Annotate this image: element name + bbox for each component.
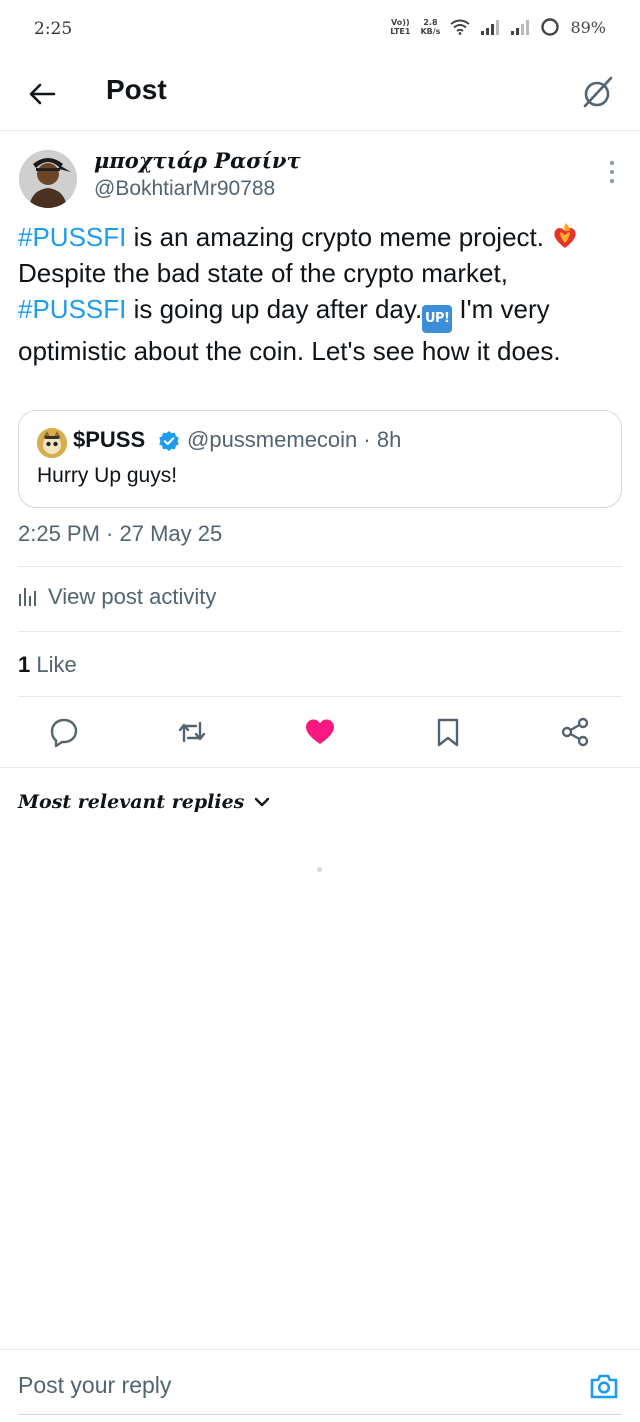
grok-icon [583, 76, 613, 108]
quoted-handle-time: @pussmemecoin · 8h [187, 427, 402, 452]
signal-icon-2 [510, 19, 530, 35]
action-bar [0, 700, 640, 768]
repost-icon [178, 721, 206, 743]
more-options-button[interactable] [608, 161, 616, 183]
reply-input[interactable]: Post your reply [18, 1372, 171, 1399]
signal-icon-1 [480, 19, 500, 35]
repost-button[interactable] [176, 716, 208, 748]
divider [18, 631, 622, 632]
hashtag-link[interactable]: #PUSSFI [18, 294, 126, 324]
volte-indicator: Vo)) LTE1 [390, 18, 410, 36]
view-post-activity-link[interactable]: View post activity [18, 584, 216, 610]
wifi-icon [450, 19, 471, 35]
status-icons: Vo)) LTE1 2.8 KB/s 89% [390, 17, 606, 37]
avatar[interactable] [19, 150, 77, 208]
back-button[interactable] [24, 76, 60, 112]
reply-sort-dropdown[interactable]: Most relevant replies [18, 791, 270, 813]
post-text-segment: is going up day after day. [126, 294, 423, 324]
bookmark-button[interactable] [432, 716, 464, 748]
battery-percentage: 89% [570, 17, 606, 37]
quoted-avatar [37, 428, 67, 458]
likes-count-link[interactable]: 1 Like [18, 652, 77, 678]
divider [18, 566, 622, 567]
post-text-segment: is an amazing crypto meme project. [126, 222, 552, 252]
status-time: 2:25 [34, 19, 73, 39]
bookmark-icon [437, 718, 459, 747]
volte-top: Vo)) [391, 18, 410, 27]
more-dot [610, 170, 614, 174]
chevron-down-icon [255, 797, 270, 807]
loading-indicator [317, 867, 322, 872]
likes-count: 1 [18, 652, 31, 677]
network-speed-unit: KB/s [420, 27, 441, 36]
quoted-display-name: $PUSS [73, 427, 146, 452]
network-speed-value: 2.8 [423, 18, 438, 27]
hashtag-link[interactable]: #PUSSFI [18, 222, 126, 252]
quoted-post[interactable]: $PUSS @pussmemecoin · 8h Hurry Up guys! [18, 410, 622, 508]
battery-icon [540, 17, 560, 37]
heart-on-fire-emoji-icon [554, 223, 576, 248]
verified-badge-icon [159, 431, 179, 451]
author-display-name[interactable]: μποχτιάρ Ρασίντ [94, 148, 301, 173]
network-speed: 2.8 KB/s [420, 18, 440, 36]
reply-sort-label: Most relevant replies [18, 791, 245, 813]
post-text: #PUSSFI is an amazing crypto meme projec… [18, 219, 622, 369]
author-handle[interactable]: @BokhtiarMr90788 [94, 177, 275, 201]
divider [0, 767, 640, 768]
reply-button[interactable] [48, 716, 80, 748]
like-button[interactable] [304, 716, 336, 748]
page-title: Post [106, 74, 167, 105]
reply-icon [50, 718, 78, 748]
volte-bottom: LTE1 [390, 27, 411, 36]
status-bar: 2:25 Vo)) LTE1 2.8 KB/s 89% [0, 0, 640, 60]
view-post-activity-label: View post activity [48, 584, 217, 609]
arrow-left-icon [29, 83, 56, 105]
top-app-bar: Post [0, 60, 640, 131]
divider [18, 696, 622, 697]
more-dot [610, 179, 614, 183]
reply-composer: Post your reply [0, 1349, 640, 1422]
heart-icon [306, 719, 334, 744]
camera-icon [590, 1374, 618, 1399]
more-dot [610, 161, 614, 165]
quoted-text: Hurry Up guys! [37, 464, 178, 487]
analytics-icon [19, 588, 36, 606]
post-timestamp: 2:25 PM · 27 May 25 [18, 521, 223, 546]
share-icon [561, 717, 589, 747]
post-text-segment: Despite the bad state of the crypto mark… [18, 258, 508, 288]
share-button[interactable] [559, 716, 591, 748]
grok-button[interactable] [578, 72, 618, 112]
likes-label: Like [30, 652, 77, 677]
camera-button[interactable] [588, 1370, 620, 1402]
up-button-emoji-icon: UP! [422, 305, 453, 333]
reply-input-underline [18, 1414, 622, 1415]
